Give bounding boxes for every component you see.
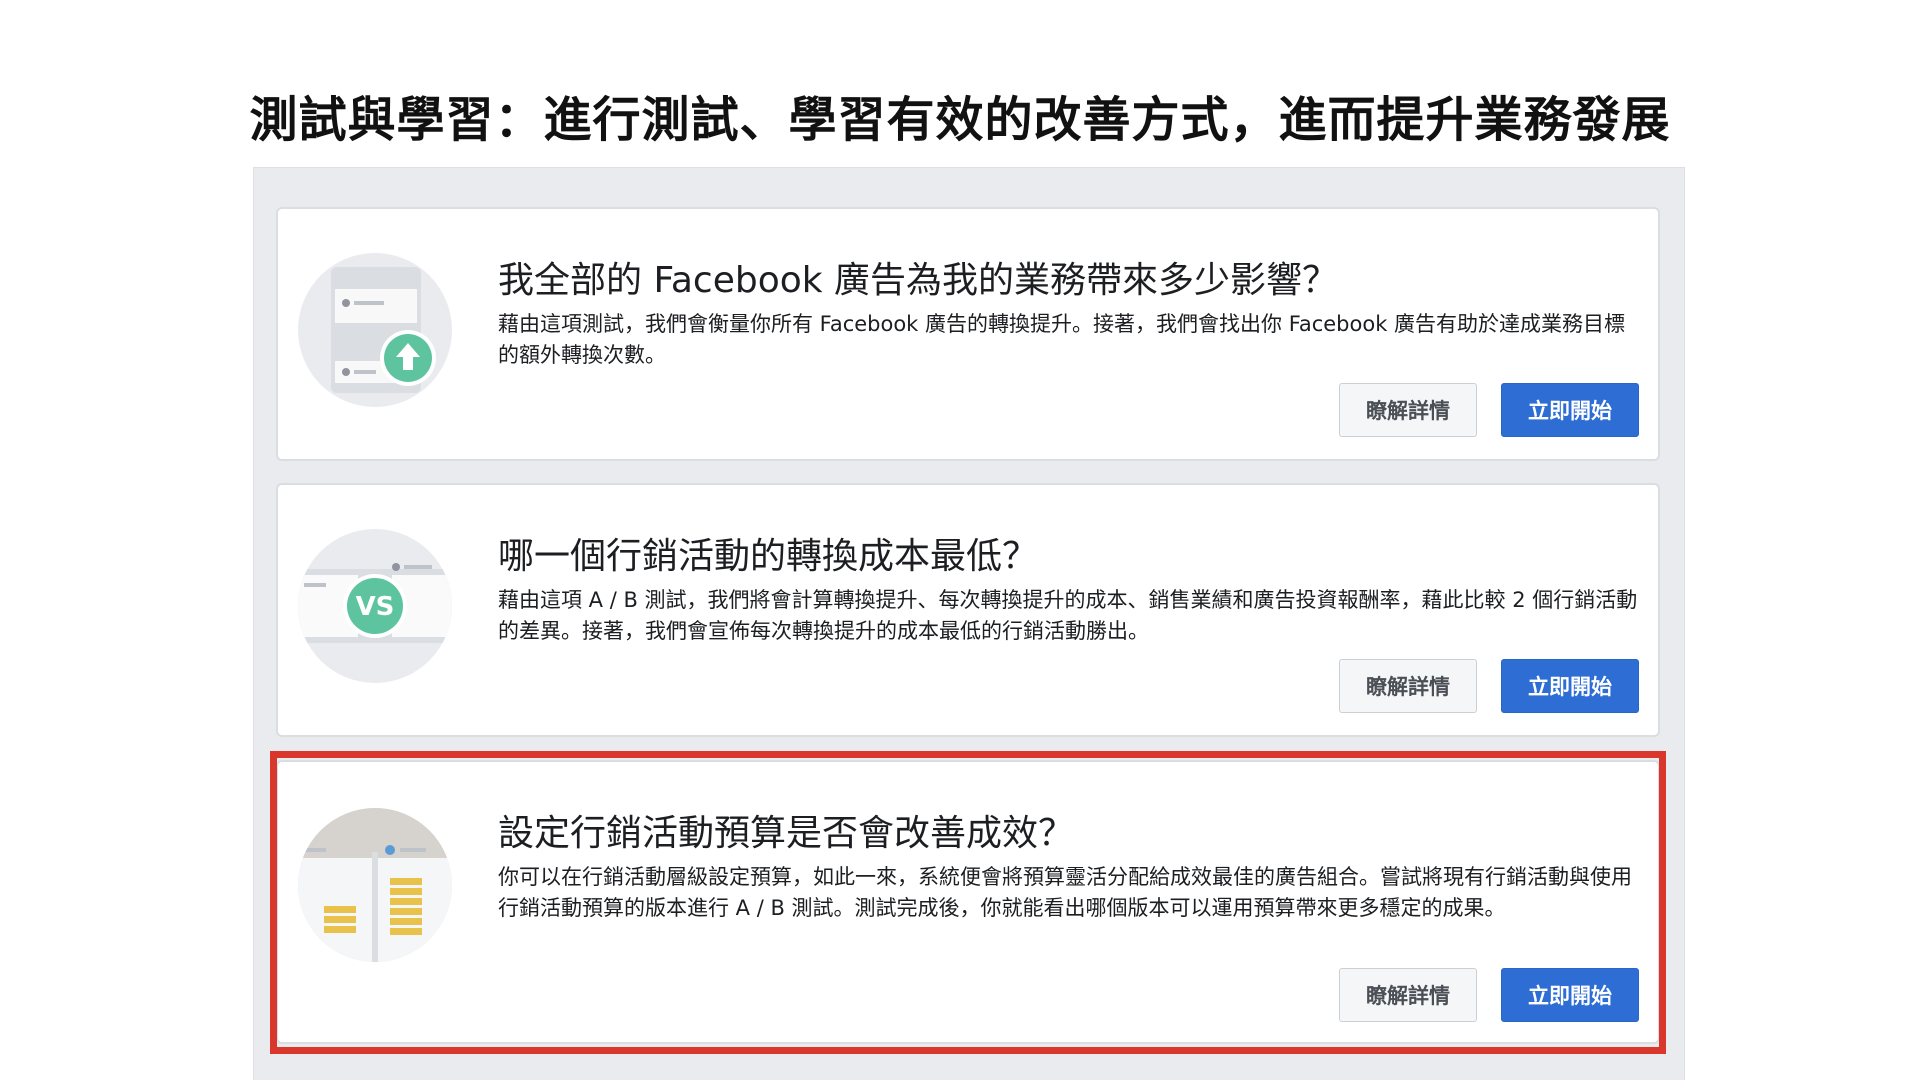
learn-more-button[interactable]: 瞭解詳情: [1339, 383, 1477, 437]
test-card-title: 我全部的 Facebook 廣告為我的業務帶來多少影響？: [498, 260, 1339, 301]
test-card-description: 藉由這項測試，我們會衡量你所有 Facebook 廣告的轉換提升。接著，我們會找…: [498, 312, 1626, 367]
conversion-lift-icon: [298, 253, 452, 407]
test-card-conversion-lift: 我全部的 Facebook 廣告為我的業務帶來多少影響？ 藉由這項測試，我們會衡…: [276, 207, 1660, 461]
ab-test-icon: VS: [298, 529, 452, 683]
get-started-button[interactable]: 立即開始: [1501, 659, 1639, 713]
learn-more-button[interactable]: 瞭解詳情: [1339, 659, 1477, 713]
get-started-button[interactable]: 立即開始: [1501, 383, 1639, 437]
page-title: 測試與學習：進行測試、學習有效的改善方式，進而提升業務發展: [249, 92, 1671, 149]
test-card-ab-lowest-cost: VS 哪一個行銷活動的轉換成本最低？ 藉由這項 A / B 測試，我們將會計算轉…: [276, 483, 1660, 737]
test-card-title: 哪一個行銷活動的轉換成本最低？: [498, 536, 1039, 577]
test-card-description: 藉由這項 A / B 測試，我們將會計算轉換提升、每次轉換提升的成本、銷售業績和…: [498, 588, 1638, 643]
vs-badge: VS: [356, 592, 395, 622]
highlight-frame: [270, 751, 1666, 1054]
